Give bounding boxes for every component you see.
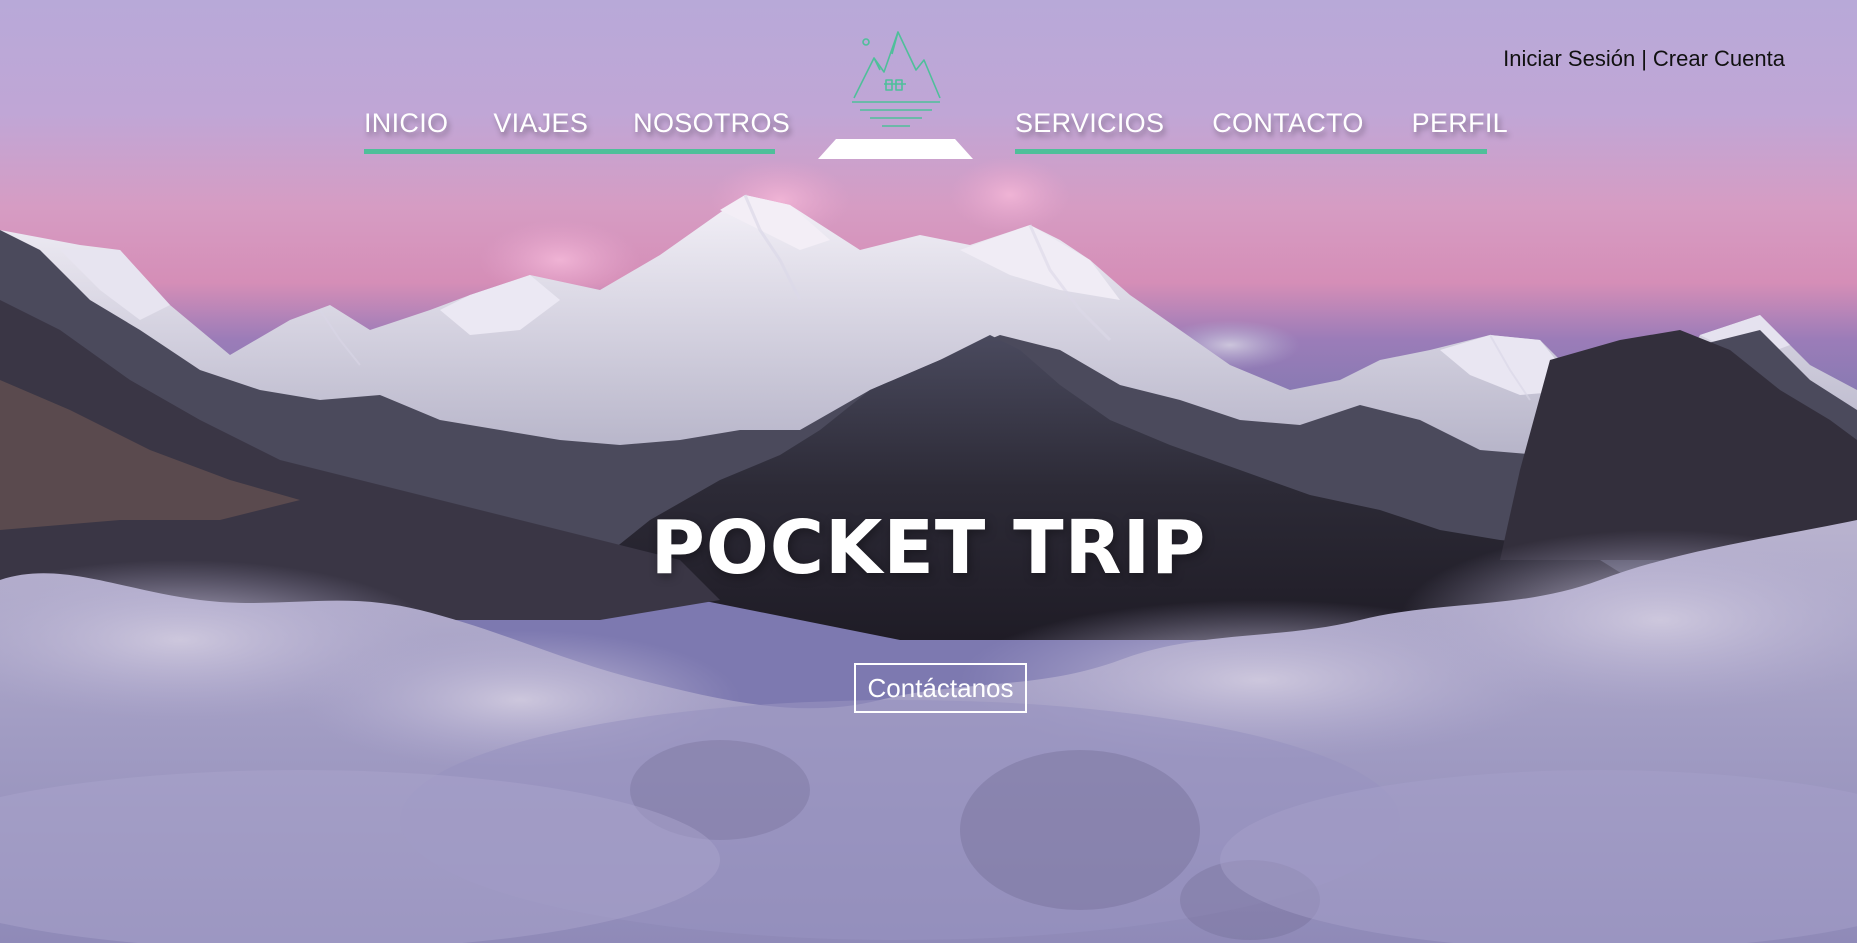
register-link[interactable]: Crear Cuenta (1653, 46, 1785, 71)
logo-base-shape (818, 139, 973, 159)
nav-left: INICIO VIAJES NOSOTROS (364, 108, 790, 154)
mountain-logo-icon[interactable] (846, 26, 946, 132)
nav-item-servicios[interactable]: SERVICIOS (1015, 108, 1164, 139)
nav-right: SERVICIOS CONTACTO PERFIL (1015, 108, 1508, 154)
contact-button[interactable]: Contáctanos (854, 663, 1027, 713)
nav-item-nosotros[interactable]: NOSOTROS (633, 108, 790, 139)
auth-links: Iniciar Sesión | Crear Cuenta (1503, 46, 1785, 72)
nav-item-viajes[interactable]: VIAJES (493, 108, 588, 139)
nav-item-perfil[interactable]: PERFIL (1412, 108, 1508, 139)
hero-title: POCKET TRIP (650, 505, 1207, 591)
nav-item-inicio[interactable]: INICIO (364, 108, 448, 139)
hero-section: Iniciar Sesión | Crear Cuenta INICIO VIAJE… (0, 0, 1857, 943)
auth-separator: | (1641, 46, 1647, 71)
nav-item-contacto[interactable]: CONTACTO (1212, 108, 1363, 139)
login-link[interactable]: Iniciar Sesión (1503, 46, 1635, 71)
